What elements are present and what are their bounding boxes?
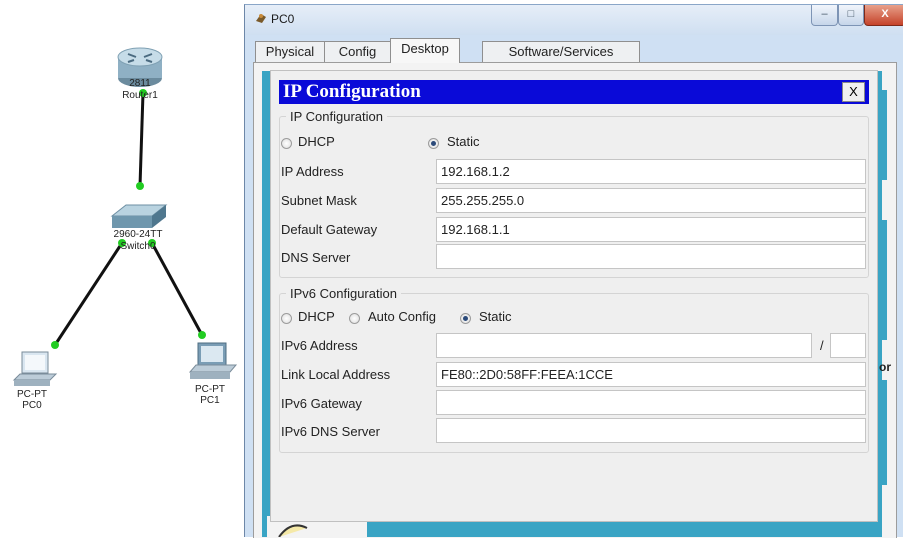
- ipv6-gateway-field[interactable]: [436, 390, 866, 415]
- ipv6-auto-config-radio[interactable]: [349, 313, 360, 324]
- ipv6-address-label: IPv6 Address: [281, 338, 358, 353]
- ip-address-label: IP Address: [281, 164, 344, 179]
- pc0-icon[interactable]: [12, 351, 58, 386]
- switch-model-label: 2960-24TT: [113, 229, 163, 240]
- ipv6-prefix-length-field[interactable]: [830, 333, 866, 358]
- ipv6-group-label: IPv6 Configuration: [286, 286, 401, 301]
- router-model-label: 2811: [129, 78, 151, 89]
- background-window-edge: or: [876, 70, 903, 536]
- dialog-title: IP Configuration: [283, 81, 421, 102]
- ipv6-gateway-label: IPv6 Gateway: [281, 396, 362, 411]
- ipv6-address-field[interactable]: [436, 333, 812, 358]
- link-router-switch[interactable]: [138, 92, 145, 187]
- default-gateway-field[interactable]: 192.168.1.1: [436, 217, 866, 242]
- edge-strip: [879, 220, 887, 340]
- ipv6-dhcp-radio[interactable]: [281, 313, 292, 324]
- tab-config[interactable]: Config: [324, 41, 391, 62]
- dhcp-radio[interactable]: [281, 138, 292, 149]
- link-switch-pc0[interactable]: [53, 242, 124, 346]
- ipv6-dns-server-field[interactable]: [436, 418, 866, 443]
- ipv6-dns-server-label: IPv6 DNS Server: [281, 424, 380, 439]
- pc1-type-label: PC-PT: [195, 384, 225, 395]
- link-switch-pc1[interactable]: [150, 242, 204, 336]
- edge-strip: [879, 380, 887, 485]
- static-radio[interactable]: [428, 138, 439, 149]
- ipv6-static-radio-label[interactable]: Static: [479, 309, 512, 325]
- link-status-dot: [51, 341, 59, 349]
- window-title: PC0: [271, 12, 295, 26]
- default-gateway-label: Default Gateway: [281, 222, 378, 237]
- router-name-label: Router1: [122, 90, 158, 101]
- link-status-dot: [136, 182, 144, 190]
- tab-desktop[interactable]: Desktop: [390, 38, 460, 63]
- dialog-title-bar: IP Configuration X: [279, 80, 869, 104]
- maximize-button[interactable]: □: [838, 5, 864, 26]
- pc1-icon[interactable]: [188, 342, 238, 379]
- edge-strip: [879, 90, 887, 180]
- tab-software-services[interactable]: Software/Services: [482, 41, 640, 62]
- ip-configuration-dialog: IP Configuration X IP Configuration DHCP…: [270, 70, 878, 522]
- tab-physical[interactable]: Physical: [255, 41, 325, 62]
- ip-address-field[interactable]: 192.168.1.2: [436, 159, 866, 184]
- dhcp-radio-label[interactable]: DHCP: [298, 134, 335, 150]
- link-status-dot: [198, 331, 206, 339]
- subnet-mask-label: Subnet Mask: [281, 193, 357, 208]
- switch-icon[interactable]: [110, 204, 168, 228]
- edge-text: or: [879, 360, 891, 374]
- dns-server-label: DNS Server: [281, 250, 351, 265]
- switch-name-label: Switch0: [120, 241, 156, 252]
- dns-server-field[interactable]: [436, 244, 866, 269]
- dialog-close-button[interactable]: X: [842, 82, 865, 102]
- window-close-button[interactable]: X: [864, 5, 903, 26]
- pc1-name-label: PC1: [200, 395, 220, 406]
- ipv6-prefix-separator: /: [820, 338, 824, 353]
- link-local-address-label: Link Local Address: [281, 367, 391, 382]
- static-radio-label[interactable]: Static: [447, 134, 480, 150]
- packet-tracer-app-icon: [256, 14, 266, 23]
- ipv6-dhcp-radio-label[interactable]: DHCP: [298, 309, 335, 325]
- ipv6-auto-config-radio-label[interactable]: Auto Config: [368, 309, 436, 325]
- pc0-name-label: PC0: [22, 400, 42, 411]
- link-local-address-field[interactable]: FE80::2D0:58FF:FEEA:1CCE: [436, 362, 866, 387]
- ipv4-group-label: IP Configuration: [286, 109, 387, 124]
- window-titlebar[interactable]: PC0 – □ X: [245, 5, 903, 35]
- topology-workspace[interactable]: 2811 Router1 2960-24TT Switch0 PC-PT PC0…: [0, 0, 245, 536]
- ipv6-static-radio[interactable]: [460, 313, 471, 324]
- pc0-type-label: PC-PT: [17, 389, 47, 400]
- subnet-mask-field[interactable]: 255.255.255.0: [436, 188, 866, 213]
- minimize-button[interactable]: –: [811, 5, 838, 26]
